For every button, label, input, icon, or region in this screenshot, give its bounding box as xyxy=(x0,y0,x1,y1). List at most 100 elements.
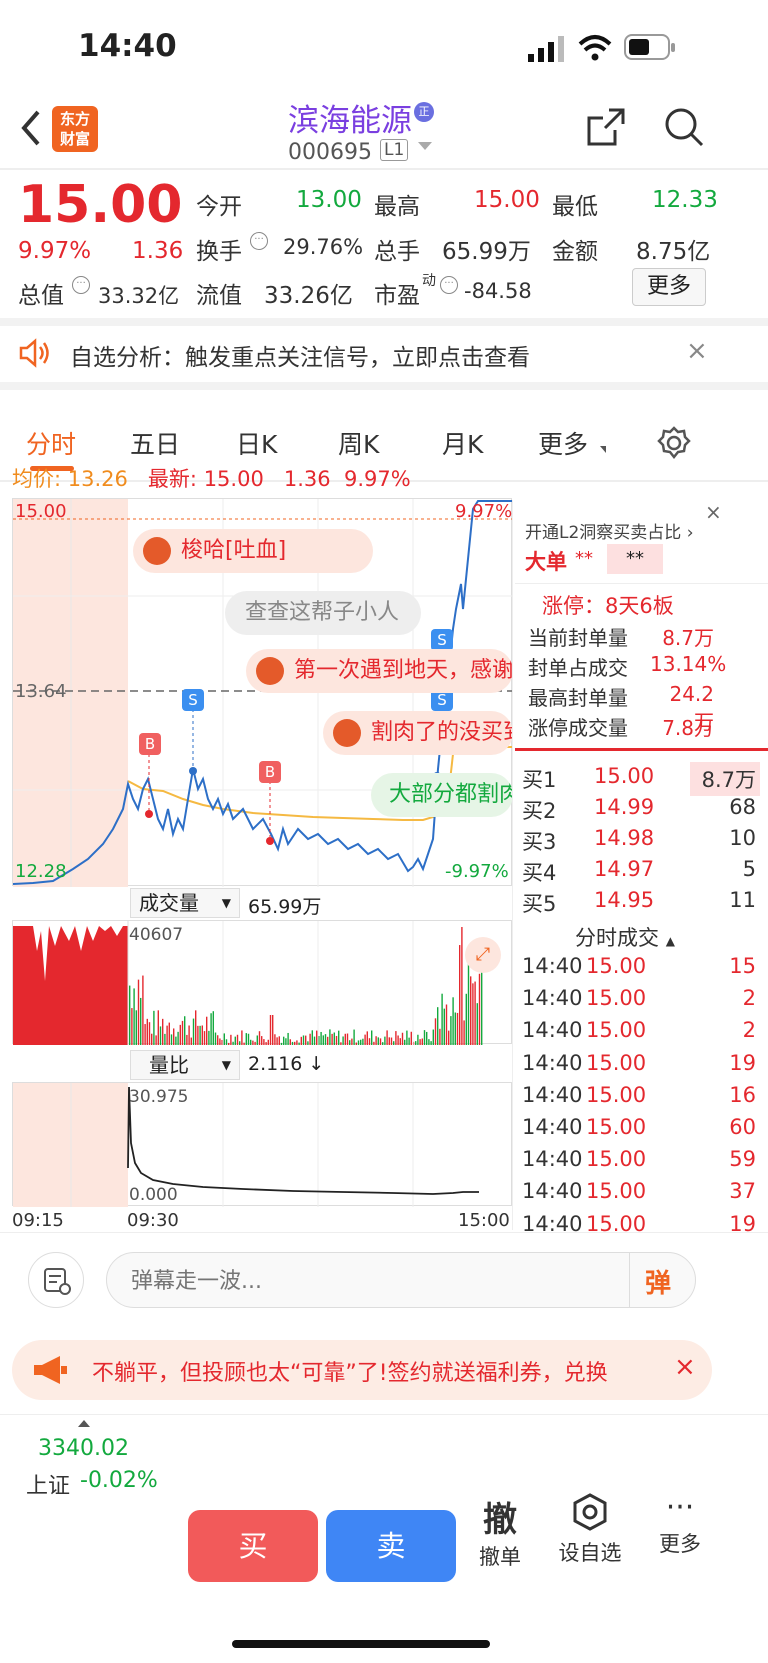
volume-bar xyxy=(243,1042,245,1045)
danmaku-send-button[interactable]: 弹 xyxy=(645,1263,671,1300)
share-icon[interactable] xyxy=(585,106,627,148)
settings-gear-icon[interactable] xyxy=(657,426,691,460)
info-icon[interactable]: ··· xyxy=(72,276,90,294)
level-badge[interactable]: L1 xyxy=(380,139,409,161)
tab-month-k[interactable]: 月K xyxy=(442,425,483,461)
last-price: 15.00 xyxy=(18,175,183,235)
notice-text[interactable]: 自选分析：触发重点关注信号，立即点击查看 xyxy=(70,338,530,372)
info-icon[interactable]: ··· xyxy=(250,232,268,250)
sell-marker[interactable]: S xyxy=(431,629,453,651)
search-icon[interactable] xyxy=(663,106,705,148)
ratio-selector[interactable]: 量比 ▼ xyxy=(130,1050,240,1080)
danmaku-input[interactable] xyxy=(131,1265,611,1297)
volume-bar xyxy=(166,1025,168,1045)
volume-bar xyxy=(179,1024,181,1045)
ratio-min-label: 0.000 xyxy=(129,1185,178,1205)
sell-marker[interactable]: S xyxy=(182,689,204,711)
trade-row: 14:40 15.00 2 xyxy=(522,1018,756,1043)
volume-bar xyxy=(307,1041,309,1045)
buy-marker[interactable]: B xyxy=(259,761,281,783)
order-book-row[interactable]: 买4 14.97 5 xyxy=(520,855,760,887)
speaker-icon xyxy=(19,338,49,368)
trade-row: 14:40 15.00 16 xyxy=(522,1082,756,1107)
tab-fenshi[interactable]: 分时 xyxy=(26,425,76,461)
limit-up-info: 涨停：8天6板 xyxy=(542,594,674,618)
volume-bar xyxy=(406,1030,408,1045)
trade-row: 14:40 15.00 60 xyxy=(522,1115,756,1139)
volume-bar xyxy=(472,983,474,1045)
volume-bar xyxy=(142,975,144,1045)
volume-bar xyxy=(421,1038,423,1045)
order-book-row[interactable]: 买3 14.98 10 xyxy=(520,824,760,856)
volume-bar xyxy=(177,1031,179,1045)
l2-panel[interactable]: 开通L2洞察买卖占比 › × 大单 ** ** xyxy=(515,500,768,584)
buy-button[interactable]: 买 xyxy=(188,1510,318,1582)
tab-more[interactable]: 更多 xyxy=(538,425,588,461)
sell-button[interactable]: 卖 xyxy=(326,1510,456,1582)
add-watchlist-button[interactable]: 设自选 xyxy=(555,1493,625,1567)
mktcap-label: 总值 xyxy=(18,283,64,309)
info-icon[interactable]: ··· xyxy=(440,276,458,294)
volume-bar xyxy=(371,1030,373,1045)
volume-ratio-chart[interactable]: 30.975 0.000 xyxy=(12,1082,512,1207)
volume-chart[interactable]: 40607 ⤢ xyxy=(12,920,512,1045)
danmaku-bubble[interactable]: 割肉了的没买到 xyxy=(323,711,513,755)
danmaku-bubble[interactable]: 查查这帮子小人 xyxy=(225,591,421,635)
volume-bar xyxy=(267,1039,269,1045)
ratio-max-label: 30.975 xyxy=(129,1087,189,1107)
volume-bar xyxy=(214,1032,217,1045)
comment-settings-button[interactable] xyxy=(28,1252,84,1308)
order-book-row[interactable]: 买5 14.95 11 xyxy=(520,886,760,918)
volume-bar xyxy=(410,1031,412,1045)
more-quote-button[interactable]: 更多 xyxy=(632,268,706,306)
buy-marker[interactable]: B xyxy=(139,733,161,755)
tab-day-k[interactable]: 日K xyxy=(236,425,277,461)
volume-bar xyxy=(426,1031,428,1045)
volume-bar xyxy=(261,1036,263,1045)
back-button[interactable] xyxy=(18,108,42,158)
order-book-row[interactable]: 买1 15.00 8.7万 xyxy=(520,762,760,796)
top-price-label: 15.00 xyxy=(15,501,67,522)
danmaku-bubble[interactable]: 大部分都割肉 xyxy=(371,773,513,817)
volume-bar xyxy=(320,1031,322,1045)
status-time: 14:40 xyxy=(78,28,177,64)
promo-text[interactable]: 不躺平，但投顾也太“可靠”了!签约就送福利券，兑换 xyxy=(92,1355,662,1387)
danmaku-input-wrap[interactable]: 弹 xyxy=(106,1252,696,1308)
tab-week-k[interactable]: 周K xyxy=(338,425,379,461)
trades-title[interactable]: 分时成交 ▲ xyxy=(575,922,675,952)
volume-bar xyxy=(408,1037,410,1045)
intraday-price-chart[interactable]: 15.00 9.97% 13.64 12.28 -9.97% B S B S S… xyxy=(12,498,513,887)
close-promo-icon[interactable]: × xyxy=(674,1352,696,1382)
volume-selector[interactable]: 成交量 ▼ xyxy=(130,888,240,918)
more-menu-button[interactable]: ··· 更多 xyxy=(650,1490,710,1558)
danmaku-bubble[interactable]: 第一次遇到地天，感谢 xyxy=(246,649,513,693)
danmaku-bubble[interactable]: 梭哈[吐血] xyxy=(133,529,373,573)
volume-bar xyxy=(379,1038,382,1045)
volume-bar xyxy=(384,1036,386,1045)
promo-banner[interactable]: 不躺平，但投顾也太“可靠”了!签约就送福利券，兑换 × xyxy=(12,1340,712,1400)
chevron-down-icon[interactable] xyxy=(418,142,432,150)
volume-bar xyxy=(148,1022,151,1045)
index-change[interactable]: -0.02% xyxy=(80,1468,158,1493)
open-label: 今开 xyxy=(196,194,242,220)
volume-bar xyxy=(324,1034,327,1045)
expand-icon[interactable]: ⤢ xyxy=(465,937,501,973)
volume-bar xyxy=(329,1029,331,1045)
volume-bar xyxy=(217,1035,219,1045)
chevron-up-icon[interactable] xyxy=(78,1420,90,1427)
index-value[interactable]: 3340.02 xyxy=(38,1436,129,1461)
index-name[interactable]: 上证 xyxy=(26,1468,70,1500)
amount-label: 金额 xyxy=(552,239,598,265)
close-l2-icon[interactable]: × xyxy=(705,500,722,524)
volume-bar xyxy=(181,1020,184,1045)
chevron-left-icon xyxy=(21,110,40,146)
volume-bar xyxy=(344,1033,346,1045)
volume-bar xyxy=(168,1022,170,1045)
close-notice-icon[interactable]: × xyxy=(686,336,708,366)
volume-bar xyxy=(481,972,483,1045)
tab-five-day[interactable]: 五日 xyxy=(130,425,180,461)
l2-header[interactable]: 开通L2洞察买卖占比 › xyxy=(525,518,694,543)
order-book-row[interactable]: 买2 14.99 68 xyxy=(520,793,760,825)
cancel-order-button[interactable]: 撤 撤单 xyxy=(470,1500,530,1571)
volume-bar xyxy=(144,1024,146,1045)
